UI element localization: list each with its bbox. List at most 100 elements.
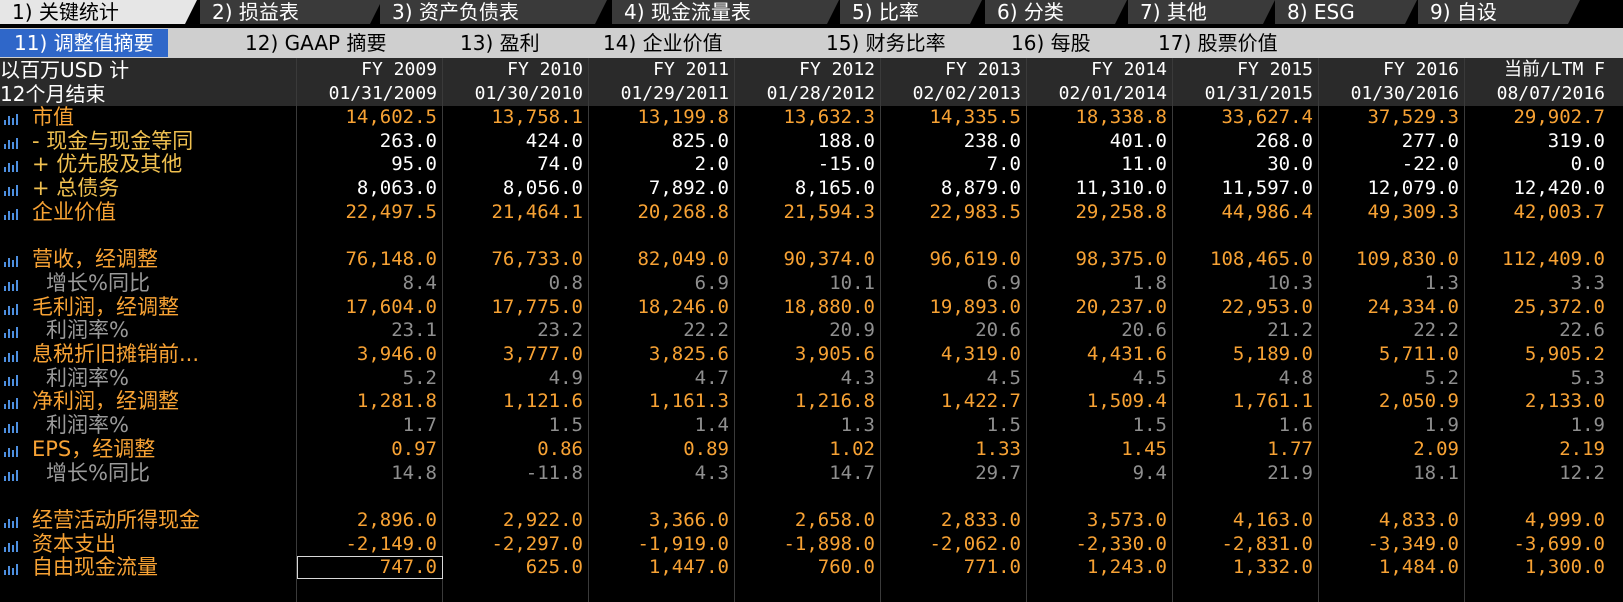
data-cell[interactable]: 4.5: [1027, 367, 1173, 390]
data-cell[interactable]: 5,189.0: [1173, 343, 1319, 366]
tab-top-3[interactable]: 3) 资产负债表: [380, 0, 607, 24]
data-cell[interactable]: 74.0: [443, 153, 589, 176]
data-cell[interactable]: 20,268.8: [589, 201, 735, 224]
data-cell[interactable]: 0.86: [443, 438, 589, 461]
data-cell[interactable]: 82,049.0: [589, 248, 735, 271]
fiscal-year-header[interactable]: FY 2010: [443, 58, 589, 82]
data-cell[interactable]: 109,830.0: [1319, 248, 1465, 271]
fiscal-year-header[interactable]: FY 2013: [881, 58, 1027, 82]
data-cell[interactable]: 18,246.0: [589, 296, 735, 319]
data-cell[interactable]: 19,893.0: [881, 296, 1027, 319]
data-cell[interactable]: 424.0: [443, 130, 589, 153]
data-cell[interactable]: 29,258.8: [1027, 201, 1173, 224]
tab-top-9[interactable]: 9) 自设: [1418, 0, 1580, 24]
data-cell[interactable]: 771.0: [881, 556, 1027, 579]
data-cell[interactable]: 14.8: [297, 462, 443, 485]
data-cell[interactable]: 11.0: [1027, 153, 1173, 176]
data-cell[interactable]: 1.5: [443, 414, 589, 437]
bar-chart-icon[interactable]: [4, 372, 18, 386]
data-cell[interactable]: 4.9: [443, 367, 589, 390]
data-cell[interactable]: 14.7: [735, 462, 881, 485]
data-cell[interactable]: 9.4: [1027, 462, 1173, 485]
data-cell[interactable]: 5.2: [297, 367, 443, 390]
bar-chart-icon[interactable]: [4, 253, 18, 268]
data-cell[interactable]: 20.6: [1027, 319, 1173, 342]
data-cell[interactable]: 263.0: [297, 130, 443, 153]
data-cell[interactable]: 17,775.0: [443, 296, 589, 319]
data-cell[interactable]: -3,699.0: [1465, 533, 1611, 556]
tab-sub-16[interactable]: 16) 每股: [1011, 29, 1091, 57]
data-cell[interactable]: 21,464.1: [443, 201, 589, 224]
data-cell[interactable]: 90,374.0: [735, 248, 881, 271]
data-cell[interactable]: 29.7: [881, 462, 1027, 485]
data-cell[interactable]: 4,319.0: [881, 343, 1027, 366]
data-cell[interactable]: 12.2: [1465, 462, 1611, 485]
data-cell[interactable]: 21.2: [1173, 319, 1319, 342]
data-cell[interactable]: 33,627.4: [1173, 106, 1319, 129]
data-cell[interactable]: 4.7: [589, 367, 735, 390]
data-cell[interactable]: 21.9: [1173, 462, 1319, 485]
data-cell[interactable]: 12,420.0: [1465, 177, 1611, 200]
data-cell[interactable]: 49,309.3: [1319, 201, 1465, 224]
row-label[interactable]: 毛利润，经调整: [32, 295, 179, 319]
data-cell[interactable]: 1,332.0: [1173, 556, 1319, 579]
data-cell[interactable]: 2,896.0: [297, 509, 443, 532]
bar-chart-icon[interactable]: [4, 419, 18, 434]
data-cell[interactable]: 2,050.9: [1319, 390, 1465, 413]
tab-top-1[interactable]: 1) 关键统计: [0, 0, 197, 24]
data-cell[interactable]: -15.0: [735, 153, 881, 176]
data-cell[interactable]: 8,056.0: [443, 177, 589, 200]
data-cell[interactable]: -3,349.0: [1319, 533, 1465, 556]
data-cell[interactable]: 6.9: [589, 272, 735, 295]
data-cell[interactable]: 1,281.8: [297, 390, 443, 413]
data-cell[interactable]: 22,953.0: [1173, 296, 1319, 319]
bar-chart-icon[interactable]: [4, 158, 18, 173]
data-cell[interactable]: 1.77: [1173, 438, 1319, 461]
data-cell[interactable]: 20.9: [735, 319, 881, 342]
data-cell[interactable]: 1.9: [1465, 414, 1611, 437]
row-label[interactable]: 利润率%: [46, 366, 129, 390]
data-cell[interactable]: 4,431.6: [1027, 343, 1173, 366]
tab-sub-17[interactable]: 17) 股票价值: [1158, 29, 1278, 57]
fiscal-year-header[interactable]: FY 2009: [297, 58, 443, 82]
bar-chart-icon[interactable]: [4, 324, 18, 339]
data-cell[interactable]: 29,902.7: [1465, 106, 1611, 129]
data-cell[interactable]: 1,484.0: [1319, 556, 1465, 579]
data-cell[interactable]: 7.0: [881, 153, 1027, 176]
bar-chart-icon[interactable]: [4, 111, 18, 125]
data-cell[interactable]: 21,594.3: [735, 201, 881, 224]
tab-top-2[interactable]: 2) 损益表: [200, 0, 382, 24]
data-cell[interactable]: 2,922.0: [443, 509, 589, 532]
data-cell[interactable]: 3,777.0: [443, 343, 589, 366]
data-cell[interactable]: 13,758.1: [443, 106, 589, 129]
data-cell[interactable]: -1,898.0: [735, 533, 881, 556]
data-cell[interactable]: 625.0: [443, 556, 589, 579]
bar-chart-icon[interactable]: [4, 277, 18, 291]
data-cell[interactable]: 5,711.0: [1319, 343, 1465, 366]
data-cell[interactable]: 4.3: [735, 367, 881, 390]
data-cell[interactable]: 4,999.0: [1465, 509, 1611, 532]
data-cell[interactable]: 108,465.0: [1173, 248, 1319, 271]
row-label[interactable]: 增长%同比: [46, 271, 150, 295]
data-cell[interactable]: 238.0: [881, 130, 1027, 153]
data-cell[interactable]: 268.0: [1173, 130, 1319, 153]
data-cell[interactable]: 760.0: [735, 556, 881, 579]
data-cell[interactable]: 12,079.0: [1319, 177, 1465, 200]
data-cell[interactable]: 2,133.0: [1465, 390, 1611, 413]
data-cell[interactable]: 22.6: [1465, 319, 1611, 342]
bar-chart-icon[interactable]: [4, 182, 18, 197]
data-cell[interactable]: -2,330.0: [1027, 533, 1173, 556]
bar-chart-icon[interactable]: [4, 206, 18, 220]
bar-chart-icon[interactable]: [4, 301, 18, 315]
data-cell[interactable]: 6.9: [881, 272, 1027, 295]
row-label[interactable]: 营收，经调整: [32, 248, 158, 271]
data-cell[interactable]: 2,833.0: [881, 509, 1027, 532]
data-cell[interactable]: 5.3: [1465, 367, 1611, 390]
tab-sub-15[interactable]: 15) 财务比率: [826, 29, 946, 57]
data-cell[interactable]: 98,375.0: [1027, 248, 1173, 271]
data-cell[interactable]: 13,199.8: [589, 106, 735, 129]
data-cell[interactable]: 4,163.0: [1173, 509, 1319, 532]
row-label[interactable]: + 优先股及其他: [32, 153, 182, 176]
data-cell[interactable]: 5,905.2: [1465, 343, 1611, 366]
data-cell[interactable]: 10.3: [1173, 272, 1319, 295]
